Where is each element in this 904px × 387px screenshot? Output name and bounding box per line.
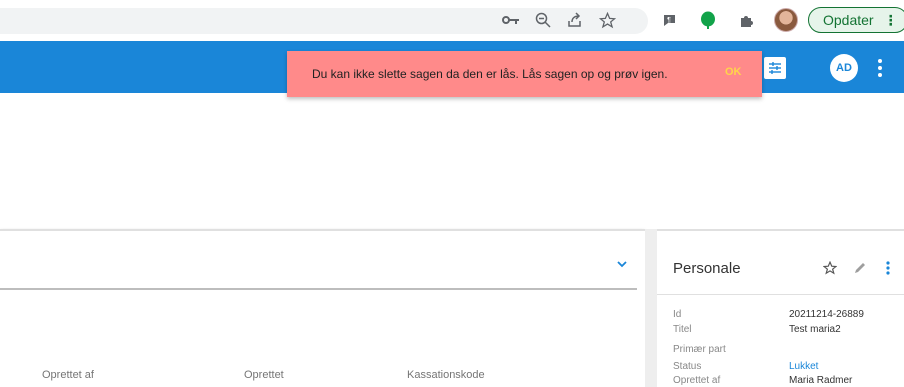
panel-more-vert-icon[interactable] xyxy=(878,258,898,278)
favorite-star-icon[interactable] xyxy=(820,258,840,278)
bookmark-star-icon[interactable] xyxy=(596,9,618,31)
extension-green-icon[interactable] xyxy=(697,9,719,31)
panel-divider xyxy=(657,294,904,295)
column-header-created[interactable]: Oprettet xyxy=(244,369,284,381)
app-more-vert-icon[interactable] xyxy=(874,56,886,80)
column-header-disposal-code[interactable]: Kassationskode xyxy=(407,369,485,381)
user-avatar[interactable]: AD xyxy=(830,54,858,82)
field-value-created-by: Maria Radmer xyxy=(789,375,853,386)
panel-title: Personale xyxy=(673,260,741,277)
field-label-title: Titel xyxy=(673,324,692,335)
zoom-out-icon[interactable] xyxy=(532,9,554,31)
field-value-title: Test maria2 xyxy=(789,324,841,335)
field-label-primary-party: Primær part xyxy=(673,344,726,355)
puzzle-icon[interactable] xyxy=(736,9,758,31)
field-value-id: 20211214-26889 xyxy=(789,309,864,320)
column-header-created-by[interactable]: Oprettet af xyxy=(42,369,94,381)
extension-app-icon[interactable]: ¶ xyxy=(658,9,680,31)
update-button[interactable]: Opdater ⋮ xyxy=(808,7,904,33)
field-label-id: Id xyxy=(673,309,682,320)
key-icon[interactable] xyxy=(500,9,522,31)
chevron-down-icon[interactable] xyxy=(614,256,630,272)
field-label-status: Status xyxy=(673,361,702,372)
profile-avatar[interactable] xyxy=(774,8,798,32)
svg-text:¶: ¶ xyxy=(667,17,671,24)
view-selector[interactable] xyxy=(0,246,637,290)
toast-message: Du kan ikke slette sagen da den er lås. … xyxy=(312,67,668,81)
field-label-created-by: Oprettet af xyxy=(673,375,721,386)
panel-gutter xyxy=(645,229,657,387)
field-value-status[interactable]: Lukket xyxy=(789,361,818,372)
error-toast: Du kan ikke slette sagen da den er lås. … xyxy=(287,51,762,97)
filter-settings-icon[interactable] xyxy=(764,57,786,79)
more-vert-icon[interactable]: ⋮ xyxy=(884,12,898,29)
update-label: Opdater xyxy=(823,12,874,28)
share-icon[interactable] xyxy=(564,9,586,31)
edit-pencil-icon[interactable] xyxy=(850,258,870,278)
toast-ok-button[interactable]: OK xyxy=(725,66,742,78)
